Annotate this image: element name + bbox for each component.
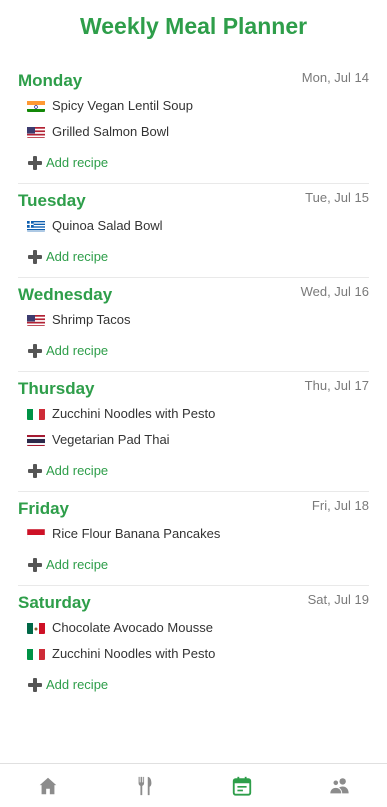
- day-header: Wednesday Wed, Jul 16: [18, 281, 369, 307]
- add-recipe-label: Add recipe: [46, 463, 109, 478]
- add-recipe-button[interactable]: Add recipe: [18, 333, 369, 371]
- day-header: Friday Fri, Jul 18: [18, 495, 369, 521]
- recipe-item[interactable]: Vegetarian Pad Thai: [18, 427, 369, 453]
- nav-recipes-button[interactable]: [115, 766, 175, 806]
- day-list: Monday Mon, Jul 14 Spicy Vegan Lentil So…: [0, 64, 387, 705]
- day-date: Fri, Jul 18: [311, 498, 369, 513]
- day-section-wednesday: Wednesday Wed, Jul 16 Shrimp Tacos Add r…: [18, 281, 369, 372]
- thailand-flag-icon: [27, 434, 45, 446]
- day-section-monday: Monday Mon, Jul 14 Spicy Vegan Lentil So…: [18, 67, 369, 184]
- day-name: Tuesday: [18, 191, 86, 210]
- add-recipe-label: Add recipe: [46, 557, 109, 572]
- day-name: Friday: [18, 499, 70, 518]
- plus-icon: [28, 464, 42, 478]
- usa-flag-icon: [27, 126, 45, 138]
- recipe-item[interactable]: Zucchini Noodles with Pesto: [18, 401, 369, 427]
- people-icon: [328, 777, 349, 794]
- calendar-icon: [232, 776, 252, 796]
- nav-planner-button[interactable]: [212, 766, 272, 806]
- bottom-nav: [0, 763, 387, 807]
- plus-icon: [28, 250, 42, 264]
- recipe-item[interactable]: Quinoa Salad Bowl: [18, 213, 369, 239]
- add-recipe-button[interactable]: Add recipe: [18, 667, 369, 705]
- indonesia-flag-icon: [27, 528, 45, 540]
- italy-flag-icon: [27, 648, 45, 660]
- day-date: Thu, Jul 17: [304, 378, 369, 393]
- day-header: Tuesday Tue, Jul 15: [18, 187, 369, 213]
- day-name: Saturday: [18, 593, 91, 612]
- day-header: Monday Mon, Jul 14: [18, 67, 369, 93]
- day-section-thursday: Thursday Thu, Jul 17 Zucchini Noodles wi…: [18, 375, 369, 492]
- add-recipe-button[interactable]: Add recipe: [18, 547, 369, 585]
- day-date: Tue, Jul 15: [305, 190, 369, 205]
- recipe-item[interactable]: Grilled Salmon Bowl: [18, 119, 369, 145]
- day-section-tuesday: Tuesday Tue, Jul 15 Quinoa Salad Bowl Ad…: [18, 187, 369, 278]
- plus-icon: [28, 558, 42, 572]
- add-recipe-button[interactable]: Add recipe: [18, 145, 369, 183]
- italy-flag-icon: [27, 408, 45, 420]
- recipe-name: Quinoa Salad Bowl: [52, 218, 163, 233]
- add-recipe-button[interactable]: Add recipe: [18, 239, 369, 277]
- day-name: Monday: [18, 71, 83, 90]
- recipe-name: Zucchini Noodles with Pesto: [52, 646, 216, 661]
- plus-icon: [28, 156, 42, 170]
- mexico-flag-icon: [27, 622, 45, 634]
- day-name: Thursday: [18, 379, 95, 398]
- india-flag-icon: [27, 100, 45, 112]
- day-header: Saturday Sat, Jul 19: [18, 589, 369, 615]
- recipe-name: Vegetarian Pad Thai: [52, 432, 170, 447]
- recipe-name: Zucchini Noodles with Pesto: [52, 406, 216, 421]
- plus-icon: [28, 344, 42, 358]
- recipe-name: Spicy Vegan Lentil Soup: [52, 98, 193, 113]
- recipe-item[interactable]: Spicy Vegan Lentil Soup: [18, 93, 369, 119]
- home-icon: [40, 777, 57, 794]
- recipe-name: Shrimp Tacos: [52, 312, 131, 327]
- add-recipe-label: Add recipe: [46, 249, 109, 264]
- recipe-item[interactable]: Chocolate Avocado Mousse: [18, 615, 369, 641]
- usa-flag-icon: [27, 314, 45, 326]
- recipe-item[interactable]: Rice Flour Banana Pancakes: [18, 521, 369, 547]
- recipe-item[interactable]: Zucchini Noodles with Pesto: [18, 641, 369, 667]
- add-recipe-label: Add recipe: [46, 677, 109, 692]
- recipe-name: Grilled Salmon Bowl: [52, 124, 170, 139]
- day-name: Wednesday: [18, 285, 113, 304]
- day-header: Thursday Thu, Jul 17: [18, 375, 369, 401]
- day-section-saturday: Saturday Sat, Jul 19 Chocolate Avocado M…: [18, 589, 369, 705]
- greece-flag-icon: [27, 220, 45, 232]
- add-recipe-label: Add recipe: [46, 155, 109, 170]
- recipe-item[interactable]: Shrimp Tacos: [18, 307, 369, 333]
- recipe-name: Chocolate Avocado Mousse: [52, 620, 213, 635]
- nav-people-button[interactable]: [309, 766, 369, 806]
- day-date: Sat, Jul 19: [307, 592, 369, 607]
- fork-knife-icon: [138, 776, 152, 795]
- plus-icon: [28, 678, 42, 692]
- day-date: Wed, Jul 16: [300, 284, 369, 299]
- add-recipe-button[interactable]: Add recipe: [18, 453, 369, 491]
- add-recipe-label: Add recipe: [46, 343, 109, 358]
- page-title: Weekly Meal Planner: [79, 13, 308, 39]
- day-section-friday: Friday Fri, Jul 18 Rice Flour Banana Pan…: [18, 495, 369, 586]
- recipe-name: Rice Flour Banana Pancakes: [52, 526, 221, 541]
- day-date: Mon, Jul 14: [301, 70, 369, 85]
- nav-home-button[interactable]: [18, 766, 78, 806]
